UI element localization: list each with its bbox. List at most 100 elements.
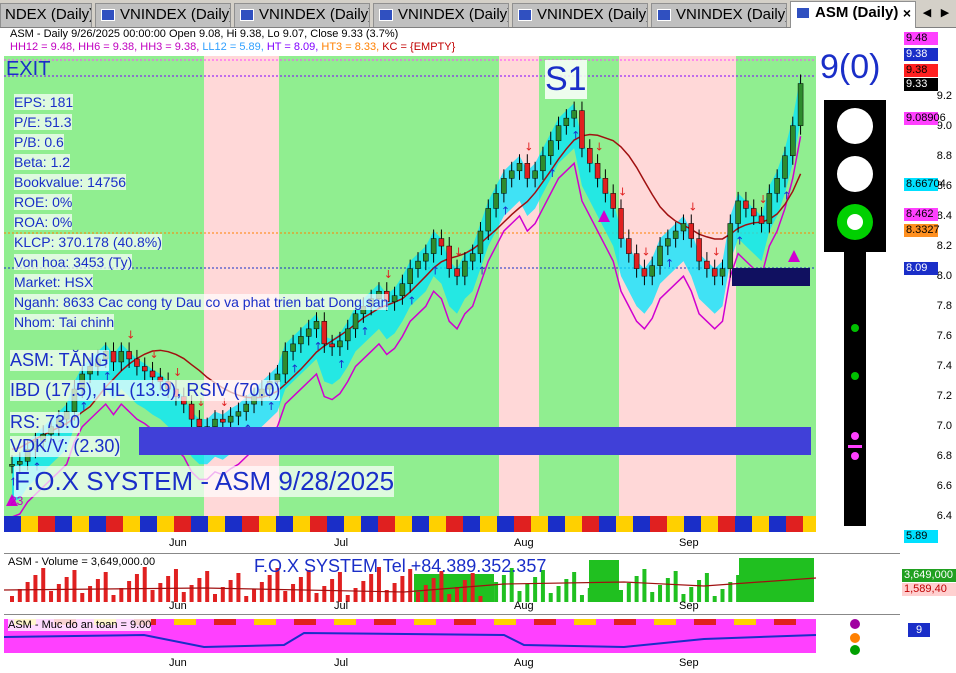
tab-vnindex-2[interactable]: VNINDEX (Daily)	[234, 3, 370, 27]
safe-month-jun: Jun	[169, 657, 187, 669]
safety-pane[interactable]: ASM - Muc do an toan = 9.00 Jun Jul Aug …	[4, 614, 930, 672]
arrow-down-icon: ↓	[173, 366, 182, 379]
safety-marker	[334, 619, 356, 625]
tab-asm[interactable]: ASM (Daily) ×	[790, 1, 916, 28]
chart-icon	[240, 9, 254, 21]
volume-bar	[486, 589, 491, 602]
volume-bar	[572, 572, 577, 602]
arrow-up-icon: ↑	[290, 362, 299, 375]
arrow-up-icon: ↑	[407, 295, 416, 308]
volume-bar	[220, 587, 225, 602]
safety-marker	[414, 619, 436, 625]
volume-bar	[697, 580, 702, 602]
safety-marker	[614, 619, 636, 625]
tab-scroll-left-icon[interactable]: ◀	[920, 5, 934, 21]
volume-bar	[650, 592, 655, 602]
signal-strip-cell	[684, 516, 701, 532]
safety-marker	[574, 619, 596, 625]
candle-body	[220, 418, 226, 423]
volume-pane[interactable]: ASM - Volume = 3,649,000.00 F.O.X SYSTEM…	[4, 553, 956, 614]
rs-label: RS: 73.0	[10, 412, 81, 433]
volume-bar	[173, 569, 178, 602]
arrow-down-icon: ↓	[454, 246, 463, 259]
candle-body	[680, 223, 687, 232]
tel-label: F.O.X SYSTEM Tel +84.389.352.357	[254, 556, 547, 576]
candle-body	[430, 238, 437, 254]
signal-strip-cell	[769, 516, 786, 532]
signal-strip-cell	[429, 516, 446, 532]
candle-body	[141, 366, 148, 372]
ll-value: LL12 = 5.89,	[202, 41, 267, 53]
candle-body	[587, 147, 593, 164]
fund-nhom: Nhom: Tai chinh	[14, 314, 115, 330]
candle-body	[727, 223, 734, 269]
candle-body	[446, 245, 452, 269]
tab-vnindex-1[interactable]: VNINDEX (Daily)	[95, 3, 231, 27]
volume-bar	[455, 587, 460, 602]
light-bottom-icon	[837, 204, 873, 240]
tab-label: ASM (Daily)	[815, 4, 899, 21]
candle-body	[415, 260, 421, 269]
price-tick: 6.8	[936, 450, 952, 462]
fund-roe: ROE: 0%	[14, 194, 73, 210]
tab-vnindex-4[interactable]: VNINDEX (Daily)	[512, 3, 648, 27]
safety-marker	[654, 619, 676, 625]
candle-body	[282, 351, 289, 375]
candle-body	[555, 125, 562, 141]
candle-body	[493, 193, 499, 209]
signal-strip-cell	[225, 516, 242, 532]
fox-system-label: F.O.X SYSTEM - ASM 9/28/2025	[14, 466, 395, 497]
arrow-down-icon: ↓	[524, 140, 533, 153]
volume-bar	[205, 571, 210, 602]
tab-vnindex-5[interactable]: VNINDEX (Daily)	[651, 3, 787, 27]
safety-marker	[294, 619, 316, 625]
price-tick: 7.8	[936, 300, 952, 312]
tab-vnindex-3[interactable]: VNINDEX (Daily)	[373, 3, 509, 27]
volume-bar	[56, 584, 61, 602]
candle-body	[735, 200, 741, 224]
signal-strip-cell	[395, 516, 412, 532]
volume-avg-box: 1,589,40	[902, 583, 956, 596]
candle-body	[469, 253, 476, 262]
volume-bar	[447, 594, 452, 602]
price-chart[interactable]: ↑↑↑↑↑↓↓↓↓↓↑↑↑↑↑↑↓↑↑↓↑↑↓↑↑↓↓↓↑↓↓↑↓↑ ASM -…	[4, 28, 816, 535]
signal-strip-cell	[327, 516, 344, 532]
arrow-down-icon: ↓	[618, 185, 627, 198]
safety-marker	[214, 619, 236, 625]
candle-body	[212, 418, 218, 427]
price-tick: 8.4	[936, 210, 952, 222]
signal-strip-cell	[701, 516, 718, 532]
candle-body	[563, 117, 570, 126]
signal-strip-cell	[140, 516, 157, 532]
signal-strip-cell	[378, 516, 395, 532]
candle-body	[790, 125, 796, 157]
arrow-down-icon: ↓	[384, 268, 393, 281]
candle-body	[477, 230, 484, 254]
arrow-up-icon: ↑	[267, 400, 276, 413]
safe-month-sep: Sep	[679, 657, 699, 669]
volume-bar	[704, 573, 709, 602]
signal-strip-cell	[463, 516, 480, 532]
tab-ndex[interactable]: NDEX (Daily)	[0, 3, 92, 27]
signal-strip-cell	[531, 516, 548, 532]
volume-bar	[619, 590, 623, 602]
candle-body	[594, 163, 601, 179]
arrow-up-icon: ↑	[337, 358, 346, 371]
volume-bar	[25, 582, 30, 602]
volume-bar	[103, 572, 108, 602]
candle-body	[126, 351, 132, 360]
arrow-down-icon: ↓	[126, 328, 135, 341]
close-icon[interactable]: ×	[903, 2, 911, 24]
signal-strip-cell	[4, 516, 21, 532]
tab-scroll-right-icon[interactable]: ▶	[938, 5, 952, 21]
volume-bar	[548, 593, 553, 602]
tab-label: VNINDEX (Daily)	[537, 6, 648, 23]
candle-body	[485, 208, 492, 232]
volume-bar	[33, 575, 38, 602]
tab-label: VNINDEX (Daily)	[259, 6, 370, 23]
candle-body	[290, 343, 296, 352]
fund-pe: P/E: 51.3	[14, 114, 72, 130]
price-tick: 6.4	[936, 510, 952, 522]
safety-marker	[174, 619, 196, 625]
chart-icon	[101, 9, 115, 21]
